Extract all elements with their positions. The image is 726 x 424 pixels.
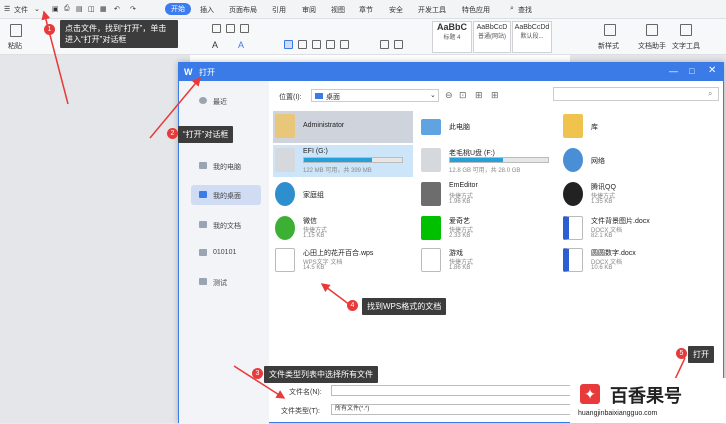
- brand-logo-icon: ✦: [580, 384, 600, 404]
- arrow-4: [320, 283, 351, 306]
- brand-url: huangjinbaixiangguo.com: [578, 410, 658, 417]
- step-marker-3: 3: [252, 368, 263, 379]
- callout-1: 点击文件，找到“打开”，单击进入“打开”对话框: [60, 20, 178, 48]
- callout-4: 找到WPS格式的文档: [362, 298, 447, 315]
- callout-3: 文件类型列表中选择所有文件: [264, 366, 378, 383]
- callout-text: “打开”对话框: [183, 130, 229, 139]
- annotation-arrows: [41, 10, 686, 399]
- step-marker-4: 4: [347, 300, 358, 311]
- callout-2: “打开”对话框: [178, 126, 234, 143]
- step-marker-5: 5: [676, 348, 687, 359]
- callout-text: 点击文件，找到“打开”，单击进入“打开”对话框: [65, 24, 167, 44]
- callout-text: 文件类型列表中选择所有文件: [269, 370, 373, 379]
- brand-name: 百香果号: [610, 386, 682, 406]
- step-marker-2: 2: [167, 128, 178, 139]
- step-marker-1: 1: [44, 24, 55, 35]
- watermark: ✦ 百香果号 huangjinbaixiangguo.com: [570, 378, 726, 423]
- callout-5: 打开: [688, 346, 714, 363]
- callout-text: 找到WPS格式的文档: [367, 302, 442, 311]
- callout-text: 打开: [693, 350, 709, 359]
